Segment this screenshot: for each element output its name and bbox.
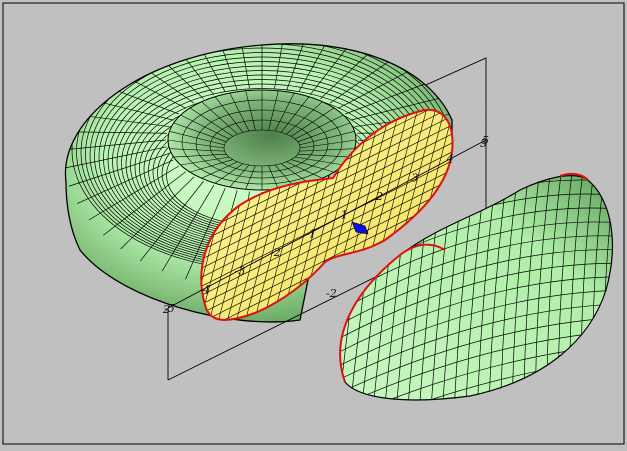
tick-label: 3 [411,171,418,184]
torus-figure: -5 -4 -3 -2 -1 1 2 3 4 5 -2 5 2 [0,0,627,447]
torus-cutaway-diagram: -5-4-3-2-112345-252 [2,2,625,445]
tick-label: -1 [305,227,316,240]
tick-label: 2 [375,190,383,203]
tick-label: -3 [235,265,246,278]
tick-label: -4 [199,283,210,296]
tick-label: -2 [326,287,337,300]
tick-label: -2 [270,246,281,259]
tick-label: 5 [480,137,487,150]
torus-hole [167,89,357,191]
tick-label: 1 [341,209,348,222]
tick-label: 2 [162,303,170,316]
tick-label: 4 [446,153,454,166]
